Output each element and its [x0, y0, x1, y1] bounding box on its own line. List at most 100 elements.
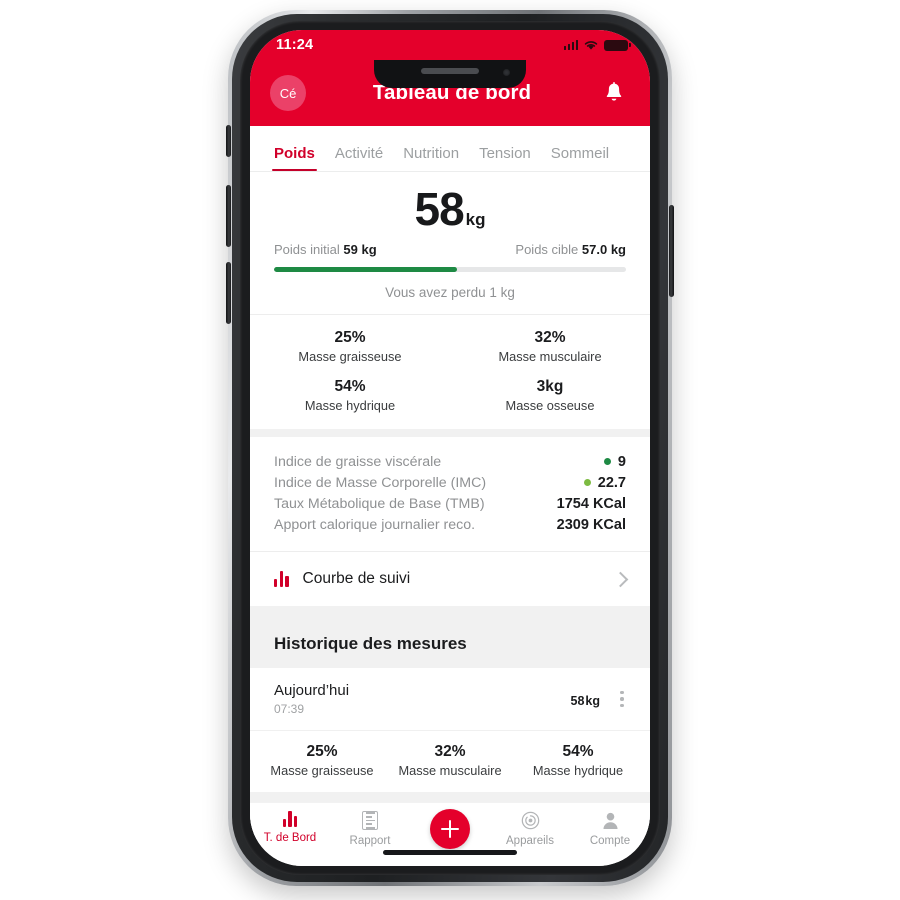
- nav-item-label: Compte: [589, 835, 631, 847]
- bar-chart-icon: [282, 811, 298, 827]
- status-dot: [583, 479, 591, 486]
- nav-item-report[interactable]: Rapport: [330, 811, 410, 847]
- user-account-icon: [602, 812, 618, 830]
- index-row-bmi: Indice de Masse Corporelle (IMC) 22.7: [274, 472, 626, 493]
- nav-item-account[interactable]: Compte: [570, 811, 650, 847]
- plus-icon[interactable]: [430, 809, 470, 849]
- index-value: 1754 KCal: [556, 495, 626, 512]
- phone-screen: 11:24 Cé Tableau de bord Poids Activité …: [250, 30, 650, 866]
- phone-notch: [374, 60, 526, 88]
- history-row-time: 07:39: [274, 702, 305, 716]
- tab-activite[interactable]: Activité: [325, 145, 393, 171]
- tab-sommeil[interactable]: Sommeil: [541, 145, 619, 171]
- composition-label: Masse osseuse: [505, 398, 595, 413]
- nav-item-add[interactable]: [410, 809, 490, 849]
- weight-lost-text: Vous avez perdu 1 kg: [250, 272, 650, 315]
- index-value-group: 1754 KCal: [557, 496, 626, 512]
- history-row-day: Aujourd’hui: [274, 682, 350, 699]
- nav-item-devices[interactable]: Appareils: [490, 811, 570, 847]
- index-row-visceral-fat: Indice de graisse viscérale 9: [274, 451, 626, 472]
- history-row-weight-value: 58: [570, 693, 585, 708]
- bar-chart-icon: [274, 571, 289, 587]
- index-value-group: 22.7: [583, 475, 626, 491]
- tab-nutrition[interactable]: Nutrition: [393, 145, 469, 171]
- composition-item: 32% Masse musculaire: [386, 743, 514, 778]
- target-weight-value: 57.0 kg: [581, 242, 626, 257]
- index-value-group: 9: [603, 453, 626, 470]
- dashboard-content[interactable]: 58 kg Poids initial 59 kg Poids cible 57.…: [250, 172, 650, 862]
- composition-label: Masse hydrique: [304, 398, 396, 413]
- initial-weight-value: 59 kg: [343, 242, 377, 257]
- current-weight-unit: kg: [465, 210, 486, 229]
- avatar[interactable]: Cé: [270, 75, 306, 111]
- composition-value: 25%: [334, 329, 366, 346]
- device-radar-icon: [521, 811, 539, 830]
- composition-item: 25% Masse graisseuse: [250, 329, 450, 364]
- nav-item-label: Rapport: [349, 835, 391, 847]
- index-label: Taux Métabolique de Base (TMB): [274, 495, 485, 512]
- index-value-group: 2309 KCal: [557, 517, 626, 533]
- tracking-curve-row[interactable]: Courbe de suivi: [250, 551, 650, 606]
- status-bar-indicators: [563, 39, 631, 51]
- history-composition-grid: 25% Masse graisseuse 32% Masse musculair…: [250, 730, 650, 792]
- initial-weight-label: Poids initial: [274, 242, 340, 257]
- current-weight-block: 58 kg: [250, 172, 650, 240]
- composition-value: 32%: [534, 329, 566, 346]
- section-divider: [250, 606, 650, 614]
- tracking-curve-label: Courbe de suivi: [302, 570, 411, 587]
- nav-item-label: Appareils: [506, 835, 554, 847]
- composition-value: 54%: [334, 378, 366, 395]
- composition-item: 32% Masse musculaire: [450, 329, 650, 364]
- phone-volume-down-button[interactable]: [226, 262, 231, 324]
- composition-item: 3kg Masse osseuse: [450, 378, 650, 413]
- composition-label: Masse musculaire: [498, 349, 602, 364]
- composition-item: 25% Masse graisseuse: [258, 743, 386, 778]
- kebab-menu-icon[interactable]: [614, 690, 630, 708]
- phone-mute-switch[interactable]: [226, 125, 231, 157]
- index-row-bmr: Taux Métabolique de Base (TMB) 1754 KCal: [274, 493, 626, 514]
- phone-volume-up-button[interactable]: [226, 185, 231, 247]
- status-bar: 11:24: [250, 30, 650, 60]
- bottom-navigation-bar: T. de Bord Rapport Appareils Compte: [250, 802, 650, 866]
- composition-label: Masse musculaire: [398, 763, 502, 778]
- composition-label: Masse graisseuse: [298, 349, 402, 364]
- index-label: Apport calorique journalier reco.: [274, 516, 476, 533]
- history-row-weight: 58kg: [570, 688, 601, 711]
- composition-value: 25%: [306, 743, 338, 760]
- initial-weight: Poids initial 59 kg: [274, 242, 377, 257]
- history-row-weight-unit: kg: [585, 693, 600, 708]
- cellular-signal-icon: [563, 40, 578, 50]
- composition-item: 54% Masse hydrique: [250, 378, 450, 413]
- goal-row: Poids initial 59 kg Poids cible 57.0 kg: [250, 240, 650, 257]
- history-row-datetime: Aujourd’hui 07:39: [274, 682, 570, 716]
- index-value: 2309 KCal: [556, 516, 626, 533]
- composition-value: 3kg: [536, 378, 564, 395]
- home-indicator[interactable]: [383, 850, 517, 855]
- chevron-right-icon: [612, 571, 629, 587]
- target-weight-label: Poids cible: [515, 242, 579, 257]
- composition-label: Masse graisseuse: [270, 763, 374, 778]
- nav-item-dashboard[interactable]: T. de Bord: [250, 811, 330, 844]
- screenshot-canvas: 11:24 Cé Tableau de bord Poids Activité …: [0, 0, 900, 900]
- body-composition-grid: 25% Masse graisseuse 32% Masse musculair…: [250, 315, 650, 429]
- notification-bell-icon[interactable]: [598, 82, 630, 104]
- status-bar-clock: 11:24: [276, 37, 314, 53]
- tab-tension[interactable]: Tension: [469, 145, 541, 171]
- tab-poids[interactable]: Poids: [264, 145, 325, 171]
- weight-summary-card: 58 kg Poids initial 59 kg Poids cible 57.…: [250, 172, 650, 429]
- report-list-icon: [362, 811, 378, 830]
- index-label: Indice de Masse Corporelle (IMC): [274, 474, 487, 491]
- status-dot: [603, 458, 611, 465]
- indices-list: Indice de graisse viscérale 9 Indice de …: [250, 437, 650, 551]
- index-value: 9: [617, 453, 626, 470]
- history-row[interactable]: Aujourd’hui 07:39 58kg: [250, 668, 650, 730]
- phone-power-button[interactable]: [669, 205, 674, 297]
- composition-label: Masse hydrique: [532, 763, 624, 778]
- current-weight-value: 58: [414, 183, 464, 235]
- tab-bar: Poids Activité Nutrition Tension Sommeil: [250, 126, 650, 172]
- target-weight: Poids cible 57.0 kg: [515, 242, 626, 257]
- indices-card: Indice de graisse viscérale 9 Indice de …: [250, 437, 650, 606]
- nav-item-label: T. de Bord: [263, 832, 317, 844]
- history-section-title: Historique des mesures: [250, 614, 650, 668]
- section-divider: [250, 429, 650, 437]
